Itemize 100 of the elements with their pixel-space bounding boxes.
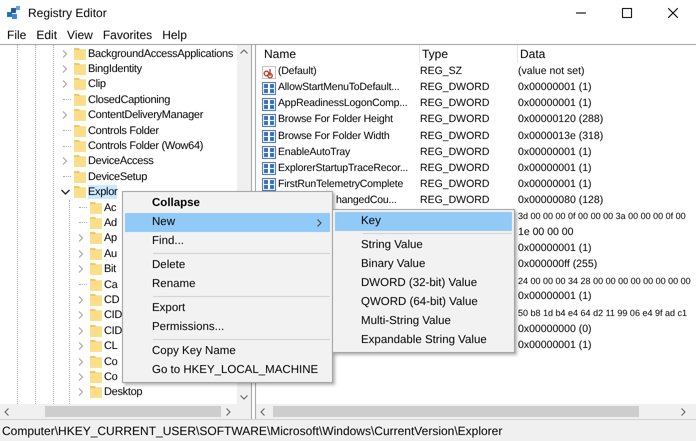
folder-icon [90,308,102,322]
menu-item[interactable]: Collapse [125,194,330,213]
menu-item[interactable]: String Value [335,236,512,255]
tree-item[interactable]: Bit [104,262,116,276]
tree-item[interactable]: Au [104,246,117,261]
tree-item[interactable]: CID [104,324,122,338]
value-type: REG_DWORD [420,160,490,176]
column-header[interactable]: Data [518,45,696,63]
value-name[interactable]: EnableAutoTray [278,144,350,160]
value-data: (value not set) [518,64,585,80]
value-data: 3d 00 00 00 0f 00 00 00 3a 00 00 00 0f 00 [518,210,686,224]
menu-item[interactable]: Copy Key Name [125,342,330,361]
value-type: REG_DWORD [420,96,490,112]
tree-item[interactable]: ClosedCaptioning [88,92,170,107]
folder-icon [90,246,102,261]
tree-item[interactable]: Ap [104,231,117,246]
scroll-right-icon[interactable] [681,408,686,416]
value-data: 0x00000001 (1) [518,241,592,256]
menu-item[interactable]: Rename [125,275,330,294]
menu-item[interactable]: Binary Value [335,255,512,274]
tree-item[interactable]: BingIdentity [88,62,142,76]
folder-icon [74,185,86,200]
menu-item[interactable]: File [2,25,32,44]
tree-item[interactable]: Ad [104,216,117,230]
folder-icon [74,154,86,168]
value-name[interactable]: ExplorerStartupTraceRecor... [278,160,408,176]
scrollbar-thumb[interactable] [45,406,221,417]
menu-item[interactable]: Key [335,212,512,231]
tree-item[interactable]: BackgroundAccessApplications [88,46,234,61]
menu-item[interactable]: View [62,25,98,44]
value-type: REG_DWORD [420,112,490,128]
column-header[interactable]: Type [420,45,518,63]
value-data: 0x00000001 (1) [518,289,592,304]
value-data: 0x00000080 (128) [518,192,604,208]
folder-icon [90,231,102,246]
tree-item[interactable]: Controls Folder [88,124,159,138]
value-data: 0x00000001 (1) [518,80,592,96]
binary-value-icon [262,98,276,111]
value-data: 0x0000013e (318) [518,128,604,144]
binary-value-icon [262,178,276,192]
value-data: 0x00000001 (1) [518,160,592,176]
menu-item[interactable]: Multi-String Value [335,312,512,331]
tree-item[interactable]: CID [104,308,122,322]
menu-item[interactable]: Expandable String Value [335,331,512,350]
window-title: Registry Editor [28,4,107,22]
value-name[interactable]: (Default) [278,64,316,80]
binary-value-icon [262,130,276,143]
scroll-left-icon[interactable] [260,408,265,416]
menu-item[interactable]: New [125,213,330,232]
scroll-right-icon[interactable] [226,408,231,416]
menu-item[interactable]: Permissions... [125,318,330,337]
menu-item[interactable]: QWORD (64-bit) Value [335,293,512,312]
tree-item[interactable]: Clip [88,77,106,92]
column-header[interactable]: Name [262,45,420,63]
value-name[interactable]: AppReadinessLogonComp... [278,96,408,112]
scroll-left-icon[interactable] [4,408,9,416]
menu-item[interactable]: Help [157,25,192,44]
tree-item[interactable]: Ac [104,200,116,215]
value-name[interactable]: Browse For Folder Width [278,128,390,144]
menu-item[interactable]: Favorites [98,25,158,44]
menu-item[interactable]: Find... [125,232,330,251]
menu-item[interactable]: Delete [125,256,330,275]
binary-value-icon [262,114,276,127]
value-name[interactable]: hangedCou... [336,192,397,209]
tree-item[interactable]: DeviceAccess [88,154,154,168]
value-data: 1e 00 00 00 [518,225,574,240]
menu-item[interactable]: Edit [31,25,62,44]
maximize-icon [622,8,632,18]
value-type: REG_DWORD [420,144,490,160]
scrollbar-thumb[interactable] [273,406,639,417]
value-name[interactable]: Browse For Folder Height [278,112,393,128]
folder-icon [74,124,86,138]
menu-item[interactable]: Export [125,299,330,318]
folder-icon [90,339,102,354]
value-type: REG_DWORD [420,176,490,192]
menu-item[interactable]: DWORD (32-bit) Value [335,274,512,293]
value-data: 0x00000000 (0) [518,322,592,337]
tree-item[interactable]: Explor [88,185,118,200]
menu-item[interactable]: Go to HKEY_LOCAL_MACHINE [125,361,330,380]
tree-item[interactable]: Controls Folder (Wow64) [88,139,204,154]
tree-item[interactable]: Ca [104,278,118,292]
tree-item[interactable]: CD [104,292,120,307]
tree-item[interactable]: ContentDeliveryManager [88,108,204,122]
tree-item[interactable]: CL [104,339,118,354]
tree-item[interactable]: Desktop [104,385,142,400]
scroll-down-icon[interactable] [240,395,248,400]
horizontal-scrollbar[interactable] [256,404,696,419]
close-icon [668,8,678,18]
tree-item[interactable]: Co [104,354,118,368]
tree-item[interactable]: Co [104,370,118,384]
scroll-up-icon[interactable] [240,49,248,54]
binary-value-icon [262,146,276,160]
horizontal-scrollbar[interactable] [0,404,251,419]
folder-icon [90,262,102,276]
status-path: Computer\HKEY_CURRENT_USER\SOFTWARE\Microsoft\Windows\CurrentVersion\Explorer [2,422,502,440]
value-name[interactable]: AllowStartMenuToDefault... [278,80,400,96]
value-data: 0x000000ff (255) [518,257,598,272]
value-name[interactable]: FirstRunTelemetryComplete [278,176,404,193]
folder-icon [90,354,102,368]
tree-item[interactable]: DeviceSetup [88,170,148,184]
